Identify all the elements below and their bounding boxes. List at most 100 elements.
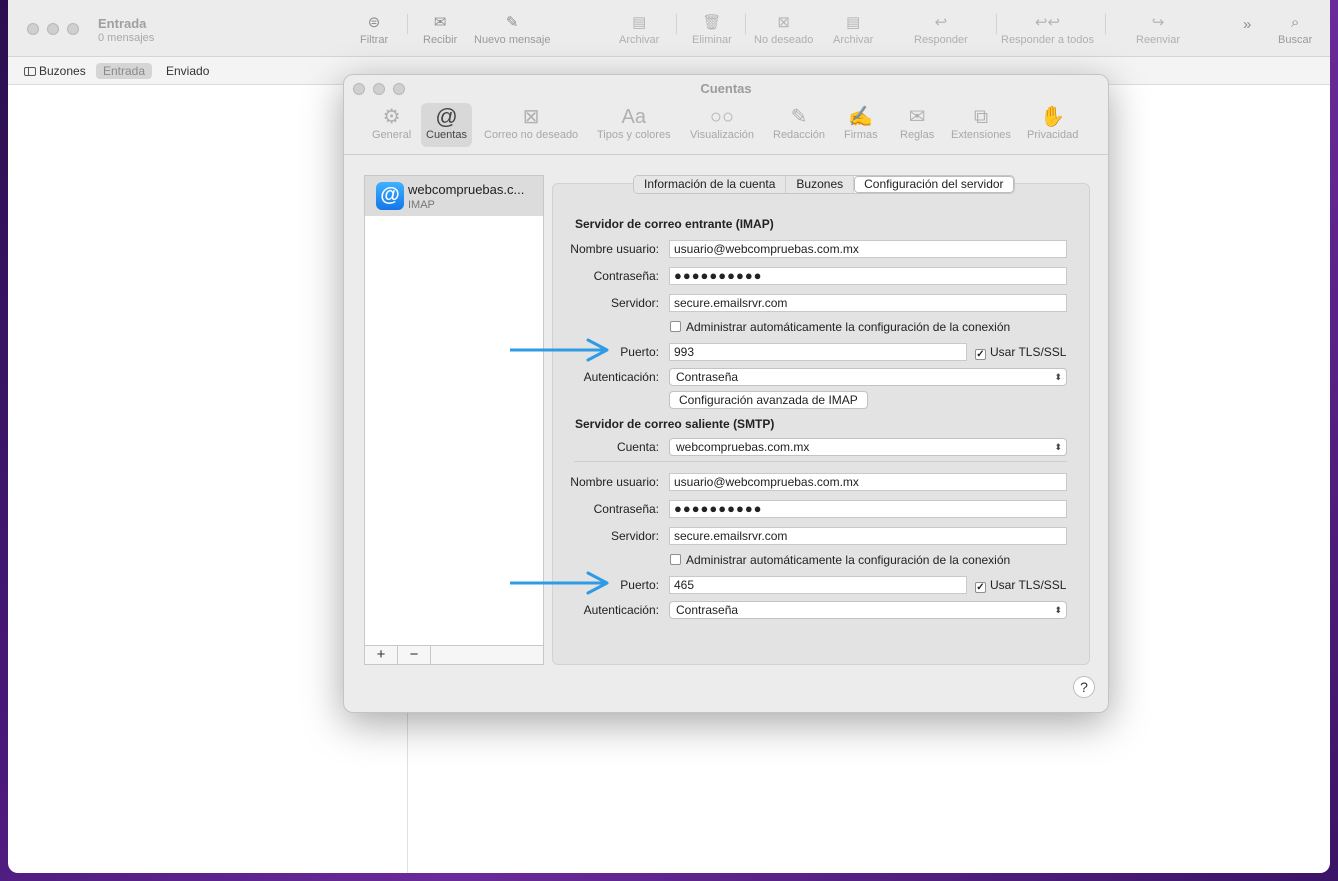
junk-icon: ⊠ — [777, 14, 790, 31]
checkbox-unchecked-icon — [670, 321, 681, 332]
reply-icon: ↩ — [934, 14, 948, 31]
outgoing-auth-label: Autenticación: — [583, 603, 659, 617]
sidebar-icon — [24, 67, 36, 76]
incoming-auth-label: Autenticación: — [583, 370, 659, 384]
outgoing-auto-manage-checkbox[interactable]: Administrar automáticamente la configura… — [670, 553, 1010, 567]
preferences-tabs: ⚙ General @ Cuentas ⊠ Correo no deseado Aa T… — [344, 103, 1108, 155]
search-button[interactable]: ⌕ Buscar — [1278, 12, 1312, 46]
window-controls — [27, 23, 79, 35]
mailboxes-toggle[interactable]: Buzones — [17, 63, 93, 79]
incoming-server-label: Servidor: — [610, 296, 659, 310]
account-tabs: Información de la cuenta Buzones Configu… — [633, 175, 1015, 194]
add-account-button[interactable]: + — [365, 646, 398, 664]
checkbox-unchecked-icon — [670, 554, 681, 565]
junk-button[interactable]: ⊠ No deseado — [754, 12, 813, 46]
favorite-inbox[interactable]: Entrada — [96, 63, 153, 79]
account-name: webcompruebas.c... — [408, 182, 525, 197]
arrow-icon — [510, 338, 609, 362]
outgoing-username-label: Nombre usuario: — [570, 475, 659, 489]
mailbox-title: Entrada — [98, 16, 147, 31]
outgoing-server-heading: Servidor de correo saliente (SMTP) — [575, 417, 775, 431]
outgoing-username-field[interactable]: usuario@webcompruebas.com.mx — [669, 473, 1067, 491]
archive-button-2[interactable]: ▤ Archivar — [833, 12, 873, 46]
checkmark-icon: ✓ — [975, 349, 986, 360]
account-list-controls: + − — [364, 645, 544, 665]
outgoing-tls-checkbox[interactable]: ✓ Usar TLS/SSL — [975, 578, 1066, 593]
tab-junk-mail[interactable]: ⊠ Correo no deseado — [479, 103, 583, 147]
at-account-icon: @ — [376, 182, 404, 210]
tab-extensions[interactable]: ⧉ Extensiones — [946, 103, 1016, 147]
favorite-sent[interactable]: Enviado — [159, 63, 216, 79]
filter-icon: ⊜ — [367, 14, 381, 31]
outgoing-auth-select[interactable]: Contraseña ⬍ — [669, 601, 1067, 619]
tab-signatures[interactable]: ✍ Firmas — [839, 103, 883, 147]
glasses-icon: ○○ — [709, 106, 735, 128]
archive-icon: ▤ — [632, 14, 647, 31]
accounts-preferences-dialog: Cuentas ⚙ General @ Cuentas ⊠ Correo no des… — [343, 74, 1109, 713]
delete-button[interactable]: 🗑 Eliminar — [692, 12, 732, 46]
incoming-password-label: Contraseña: — [593, 269, 659, 283]
outgoing-server-field[interactable]: secure.emailsrvr.com — [669, 527, 1067, 545]
hand-icon: ✋ — [1040, 106, 1066, 128]
compose-icon: ✎ — [790, 106, 808, 128]
more-toolbar-button[interactable]: » — [1243, 14, 1251, 36]
envelope-icon: ✉ — [433, 14, 447, 31]
incoming-tls-checkbox[interactable]: ✓ Usar TLS/SSL — [975, 345, 1066, 360]
incoming-password-field[interactable]: ●●●●●●●●●● — [669, 267, 1067, 285]
section-divider — [574, 461, 1067, 462]
incoming-auto-manage-checkbox[interactable]: Administrar automáticamente la configura… — [670, 320, 1010, 334]
message-count: 0 mensajes — [98, 32, 155, 44]
reply-all-button[interactable]: ↩↩ Responder a todos — [1001, 12, 1094, 46]
help-button[interactable]: ? — [1073, 676, 1095, 698]
arrow-icon — [510, 571, 609, 595]
account-type: IMAP — [408, 199, 435, 211]
signature-icon: ✍ — [848, 106, 874, 128]
tab-viewing[interactable]: ○○ Visualización — [685, 103, 759, 147]
zoom-window-button[interactable] — [67, 23, 79, 35]
updown-chevron-icon: ⬍ — [1054, 442, 1062, 452]
incoming-username-field[interactable]: usuario@webcompruebas.com.mx — [669, 240, 1067, 258]
tab-general[interactable]: ⚙ General — [367, 103, 416, 147]
incoming-port-field[interactable]: 993 — [669, 343, 967, 361]
tab-server-settings[interactable]: Configuración del servidor — [854, 176, 1014, 193]
search-icon: ⌕ — [1290, 14, 1300, 31]
tab-composing[interactable]: ✎ Redacción — [768, 103, 830, 147]
incoming-username-label: Nombre usuario: — [570, 242, 659, 256]
puzzle-icon: ⧉ — [973, 106, 989, 128]
archive-box-icon: ▤ — [846, 14, 861, 31]
incoming-server-heading: Servidor de correo entrante (IMAP) — [575, 217, 774, 231]
remove-account-button[interactable]: − — [398, 646, 431, 664]
tab-account-info[interactable]: Información de la cuenta — [634, 176, 787, 193]
mail-toolbar: Entrada 0 mensajes ⊜ Filtrar ✉ Recibir ✎ Nu… — [8, 0, 1330, 57]
outgoing-password-field[interactable]: ●●●●●●●●●● — [669, 500, 1067, 518]
dialog-title: Cuentas — [700, 81, 752, 96]
incoming-server-field[interactable]: secure.emailsrvr.com — [669, 294, 1067, 312]
filter-button[interactable]: ⊜ Filtrar — [360, 12, 388, 46]
close-window-button[interactable] — [27, 23, 39, 35]
reply-all-icon: ↩↩ — [1034, 14, 1061, 31]
updown-chevron-icon: ⬍ — [1054, 372, 1062, 382]
incoming-port-label: Puerto: — [620, 345, 659, 359]
tab-privacy[interactable]: ✋ Privacidad — [1022, 103, 1083, 147]
outgoing-account-select[interactable]: webcompruebas.com.mx ⬍ — [669, 438, 1067, 456]
tab-rules[interactable]: ✉ Reglas — [895, 103, 939, 147]
outgoing-port-label: Puerto: — [620, 578, 659, 592]
receive-button[interactable]: ✉ Recibir — [423, 12, 457, 46]
outgoing-password-label: Contraseña: — [593, 502, 659, 516]
chevron-double-right-icon: » — [1243, 16, 1252, 33]
minimize-window-button[interactable] — [47, 23, 59, 35]
account-item[interactable]: @ webcompruebas.c... IMAP — [365, 176, 543, 216]
tab-mailbox-behaviors[interactable]: Buzones — [786, 176, 855, 193]
incoming-auth-select[interactable]: Contraseña ⬍ — [669, 368, 1067, 386]
outgoing-server-label: Servidor: — [610, 529, 659, 543]
reply-button[interactable]: ↩ Responder — [914, 12, 968, 46]
at-icon: @ — [435, 104, 458, 129]
tab-fonts-colors[interactable]: Aa Tipos y colores — [592, 103, 676, 147]
advanced-imap-button[interactable]: Configuración avanzada de IMAP — [669, 391, 868, 409]
forward-button[interactable]: ↪ Reenviar — [1136, 12, 1180, 46]
outgoing-port-field[interactable]: 465 — [669, 576, 967, 594]
new-message-button[interactable]: ✎ Nuevo mensaje — [474, 12, 550, 46]
compose-icon: ✎ — [505, 14, 519, 31]
archive-button[interactable]: ▤ Archivar — [619, 12, 659, 46]
tab-accounts[interactable]: @ Cuentas — [421, 103, 472, 147]
